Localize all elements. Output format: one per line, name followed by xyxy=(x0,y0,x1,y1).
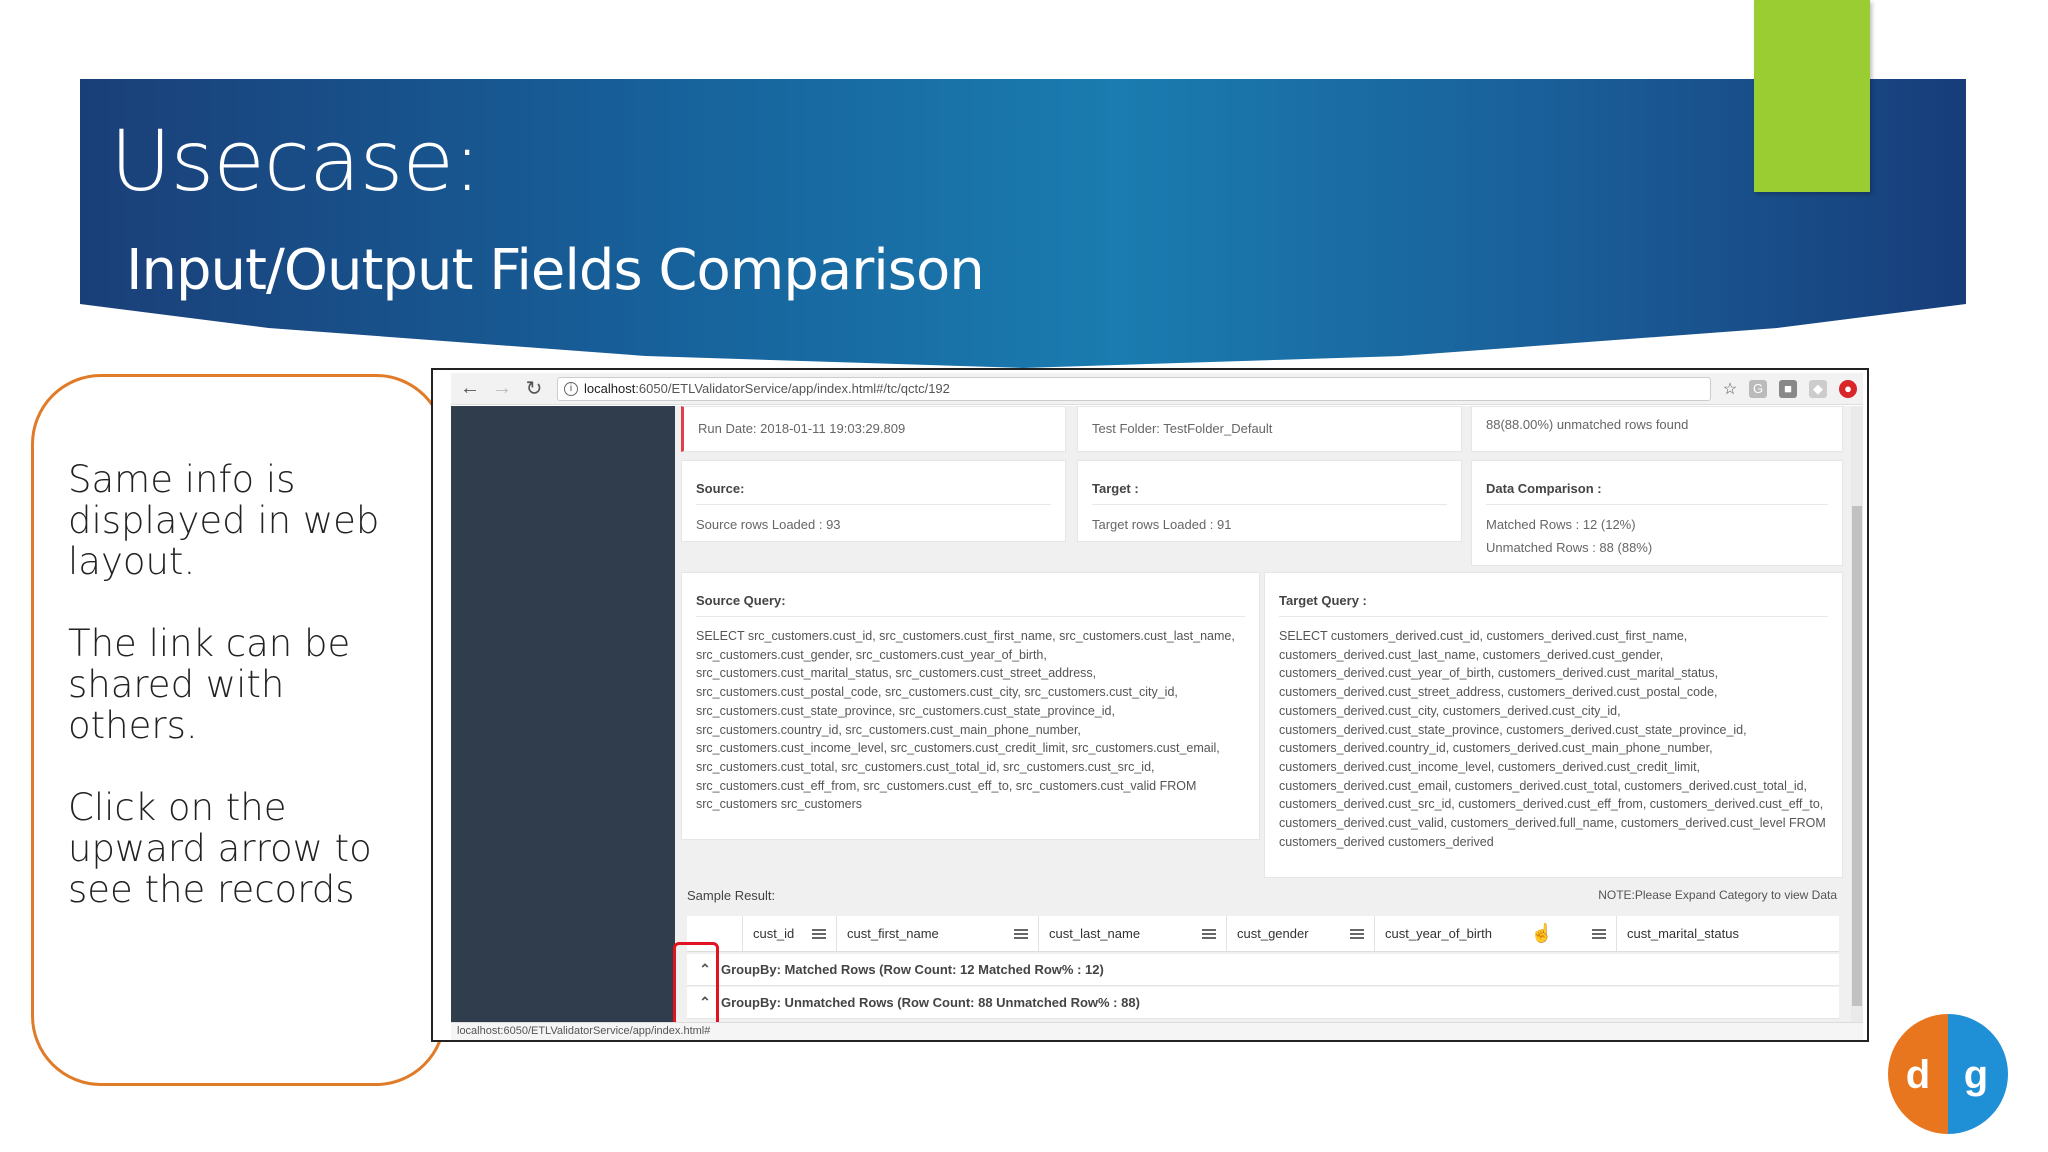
group-label: GroupBy: Unmatched Rows (Row Count: 88 U… xyxy=(721,995,1140,1010)
info-icon[interactable]: i xyxy=(564,381,578,396)
test-folder: Test Folder: TestFolder_Default xyxy=(1092,421,1273,436)
comparison-header: Data Comparison : xyxy=(1486,481,1828,505)
source-header: Source: xyxy=(696,481,1051,505)
column-header[interactable]: cust_marital_status xyxy=(1617,916,1839,951)
column-header[interactable]: cust_gender xyxy=(1227,916,1375,951)
sample-note: NOTE:Please Expand Category to view Data xyxy=(1598,888,1837,902)
comparison-card: Data Comparison : Matched Rows : 12 (12%… xyxy=(1471,460,1843,566)
column-menu-icon[interactable] xyxy=(1350,928,1364,939)
status-url: localhost:6050/ETLValidatorService/app/i… xyxy=(457,1025,711,1037)
unmatched-rows: Unmatched Rows : 88 (88%) xyxy=(1486,540,1653,555)
browser-status-bar: localhost:6050/ETLValidatorService/app/i… xyxy=(451,1022,1863,1040)
suite-card: Test Folder: TestFolder_Default xyxy=(1077,406,1462,452)
accent-bar xyxy=(1754,0,1870,192)
url-host: localhost xyxy=(584,381,636,396)
target-rows: Target rows Loaded : 91 xyxy=(1092,517,1232,532)
source-card: Source: Source rows Loaded : 93 xyxy=(681,460,1066,542)
group-row[interactable]: ⌃ GroupBy: Unmatched Rows (Row Count: 88… xyxy=(687,987,1839,1019)
grid-header: cust_id cust_first_name cust_last_name c… xyxy=(687,916,1839,952)
column-header[interactable]: cust_last_name xyxy=(1039,916,1227,951)
source-query-header: Source Query: xyxy=(696,593,1245,617)
address-bar[interactable]: i localhost:6050/ETLValidatorService/app… xyxy=(557,376,1711,401)
dg-logo: d g xyxy=(1888,1014,2008,1134)
column-menu-icon[interactable] xyxy=(1202,928,1216,939)
column-label: cust_id xyxy=(753,926,795,941)
bookmark-star-icon[interactable]: ☆ xyxy=(1717,376,1743,402)
target-card: Target : Target rows Loaded : 91 xyxy=(1077,460,1462,542)
app-sidebar xyxy=(451,406,675,1022)
column-menu-icon[interactable] xyxy=(1592,928,1606,939)
status-card: Run Date: 2018-01-11 19:03:29.809 xyxy=(681,406,1066,452)
note-box: Same info is displayed in web layout. Th… xyxy=(31,374,446,1086)
note-paragraph: Click on the upward arrow to see the rec… xyxy=(68,786,372,911)
scrollbar-thumb[interactable] xyxy=(1852,506,1862,1006)
slide-subtitle: Input/Output Fields Comparison xyxy=(126,238,985,303)
extension-icon[interactable]: ◆ xyxy=(1809,379,1827,398)
highlight-box xyxy=(673,942,719,1027)
record-icon[interactable]: ● xyxy=(1839,379,1857,398)
back-arrow-icon[interactable]: ← xyxy=(457,376,483,402)
browser-toolbar: ← → ↻ i localhost:6050/ETLValidatorServi… xyxy=(451,373,1863,405)
column-label: cust_gender xyxy=(1237,926,1309,941)
forward-arrow-icon[interactable]: → xyxy=(489,376,515,402)
main-content: Run Date: 2018-01-11 19:03:29.809 Test F… xyxy=(675,406,1851,1022)
hand-cursor-icon: ☝ xyxy=(1530,923,1554,943)
column-header[interactable]: cust_year_of_birth ☝ xyxy=(1375,916,1617,951)
target-header: Target : xyxy=(1092,481,1447,505)
column-label: cust_year_of_birth xyxy=(1385,926,1492,941)
column-menu-icon[interactable] xyxy=(1014,928,1028,939)
matched-rows: Matched Rows : 12 (12%) xyxy=(1486,517,1636,532)
url-path: :6050/ETLValidatorService/app/index.html… xyxy=(635,381,950,396)
note-paragraph: Same info is displayed in web layout. xyxy=(68,458,380,583)
column-label: cust_marital_status xyxy=(1627,926,1739,941)
column-label: cust_last_name xyxy=(1049,926,1141,941)
svg-text:g: g xyxy=(1964,1053,1988,1097)
message-card: 88(88.00%) unmatched rows found xyxy=(1471,406,1843,452)
column-header[interactable]: cust_first_name xyxy=(837,916,1039,951)
column-menu-icon[interactable] xyxy=(812,928,826,939)
run-date: Run Date: 2018-01-11 19:03:29.809 xyxy=(698,421,906,436)
note-paragraph: The link can be shared with others. xyxy=(68,622,351,747)
extension-icon[interactable]: G xyxy=(1749,379,1767,398)
reload-icon[interactable]: ↻ xyxy=(521,376,547,402)
target-query-text: SELECT customers_derived.cust_id, custom… xyxy=(1279,629,1826,849)
vertical-scrollbar[interactable] xyxy=(1851,406,1863,1022)
column-header[interactable]: cust_id xyxy=(743,916,837,951)
source-query-text: SELECT src_customers.cust_id, src_custom… xyxy=(696,629,1235,812)
group-label: GroupBy: Matched Rows (Row Count: 12 Mat… xyxy=(721,962,1104,977)
source-rows: Source rows Loaded : 93 xyxy=(696,517,841,532)
slide-title: Usecase: xyxy=(110,112,481,210)
message-text: 88(88.00%) unmatched rows found xyxy=(1486,417,1689,432)
target-query-header: Target Query : xyxy=(1279,593,1828,617)
column-label: cust_first_name xyxy=(847,926,939,941)
svg-text:d: d xyxy=(1906,1053,1930,1097)
browser-screenshot: ← → ↻ i localhost:6050/ETLValidatorServi… xyxy=(431,368,1869,1042)
sample-result-label: Sample Result: xyxy=(687,888,776,903)
group-row[interactable]: ⌃ GroupBy: Matched Rows (Row Count: 12 M… xyxy=(687,954,1839,986)
extension-icon[interactable]: ■ xyxy=(1779,379,1797,398)
source-query-card: Source Query: SELECT src_customers.cust_… xyxy=(681,572,1260,840)
target-query-card: Target Query : SELECT customers_derived.… xyxy=(1264,572,1843,878)
